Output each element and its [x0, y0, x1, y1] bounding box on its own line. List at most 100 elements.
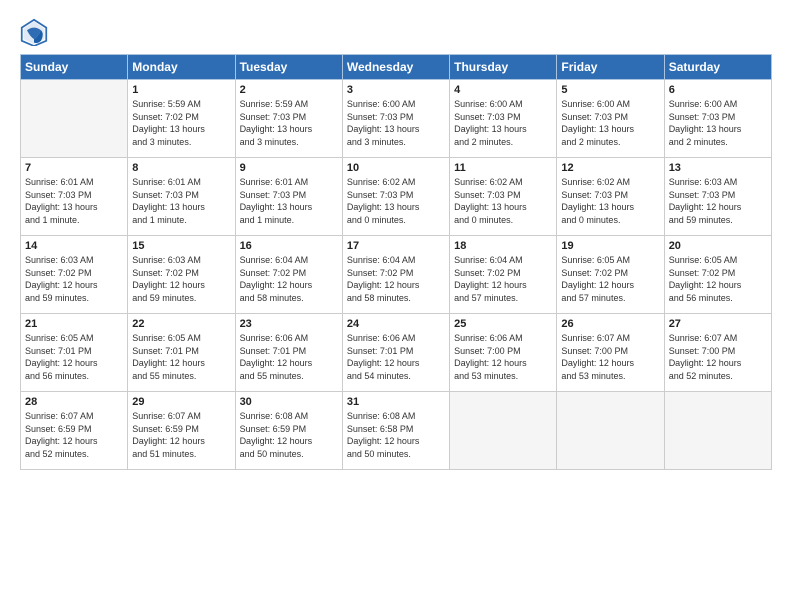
calendar-cell: 8 Sunrise: 6:01 AM Sunset: 7:03 PM Daylig…	[128, 158, 235, 236]
day-info: Sunrise: 6:01 AM Sunset: 7:03 PM Dayligh…	[240, 176, 338, 226]
day-info: Sunrise: 6:04 AM Sunset: 7:02 PM Dayligh…	[454, 254, 552, 304]
day-info: Sunrise: 6:00 AM Sunset: 7:03 PM Dayligh…	[347, 98, 445, 148]
day-number: 30	[240, 396, 338, 408]
day-info: Sunrise: 6:08 AM Sunset: 6:59 PM Dayligh…	[240, 410, 338, 460]
day-info: Sunrise: 6:02 AM Sunset: 7:03 PM Dayligh…	[454, 176, 552, 226]
day-number: 27	[669, 318, 767, 330]
day-number: 10	[347, 162, 445, 174]
day-number: 4	[454, 84, 552, 96]
day-number: 22	[132, 318, 230, 330]
calendar-cell: 14 Sunrise: 6:03 AM Sunset: 7:02 PM Dayli…	[21, 236, 128, 314]
week-row-4: 28 Sunrise: 6:07 AM Sunset: 6:59 PM Dayli…	[21, 392, 772, 470]
col-header-wednesday: Wednesday	[342, 55, 449, 80]
day-info: Sunrise: 5:59 AM Sunset: 7:03 PM Dayligh…	[240, 98, 338, 148]
day-number: 6	[669, 84, 767, 96]
header	[20, 18, 772, 46]
calendar-cell: 10Sunrise: 6:02 AM Sunset: 7:03 PM Dayli…	[342, 158, 449, 236]
day-info: Sunrise: 5:59 AM Sunset: 7:02 PM Dayligh…	[132, 98, 230, 148]
day-info: Sunrise: 6:07 AM Sunset: 7:00 PM Dayligh…	[669, 332, 767, 382]
calendar-cell: 18 Sunrise: 6:04 AM Sunset: 7:02 PM Dayli…	[450, 236, 557, 314]
day-number: 25	[454, 318, 552, 330]
day-info: Sunrise: 6:05 AM Sunset: 7:02 PM Dayligh…	[669, 254, 767, 304]
day-number: 11	[454, 162, 552, 174]
day-info: Sunrise: 6:03 AM Sunset: 7:02 PM Dayligh…	[25, 254, 123, 304]
calendar-cell: 29Sunrise: 6:07 AM Sunset: 6:59 PM Dayli…	[128, 392, 235, 470]
day-info: Sunrise: 6:03 AM Sunset: 7:03 PM Dayligh…	[669, 176, 767, 226]
day-number: 9	[240, 162, 338, 174]
day-number: 16	[240, 240, 338, 252]
day-number: 26	[561, 318, 659, 330]
day-number: 3	[347, 84, 445, 96]
calendar-cell	[21, 80, 128, 158]
day-info: Sunrise: 6:02 AM Sunset: 7:03 PM Dayligh…	[561, 176, 659, 226]
calendar-cell: 21Sunrise: 6:05 AM Sunset: 7:01 PM Dayli…	[21, 314, 128, 392]
calendar-cell: 17Sunrise: 6:04 AM Sunset: 7:02 PM Dayli…	[342, 236, 449, 314]
day-number: 8	[132, 162, 230, 174]
day-number: 1	[132, 84, 230, 96]
page-container: SundayMondayTuesdayWednesdayThursdayFrid…	[0, 0, 792, 480]
calendar-cell: 22 Sunrise: 6:05 AM Sunset: 7:01 PM Dayli…	[128, 314, 235, 392]
week-row-3: 21 Sunrise: 6:05 AM Sunset: 7:01 PM Dayli…	[21, 314, 772, 392]
day-number: 18	[454, 240, 552, 252]
day-info: Sunrise: 6:07 AM Sunset: 7:00 PM Dayligh…	[561, 332, 659, 382]
col-header-sunday: Sunday	[21, 55, 128, 80]
calendar-cell: 23 Sunrise: 6:06 AM Sunset: 7:01 PM Dayli…	[235, 314, 342, 392]
calendar-header-row: SundayMondayTuesdayWednesdayThursdayFrid…	[21, 55, 772, 80]
day-number: 21	[25, 318, 123, 330]
day-number: 13	[669, 162, 767, 174]
day-info: Sunrise: 6:05 AM Sunset: 7:02 PM Dayligh…	[561, 254, 659, 304]
calendar-cell: 31 Sunrise: 6:08 AM Sunset: 6:58 PM Dayli…	[342, 392, 449, 470]
calendar-cell: 9 Sunrise: 6:01 AM Sunset: 7:03 PM Daylig…	[235, 158, 342, 236]
calendar-cell: 13 Sunrise: 6:03 AM Sunset: 7:03 PM Dayli…	[664, 158, 771, 236]
day-number: 15	[132, 240, 230, 252]
calendar-cell	[664, 392, 771, 470]
day-number: 20	[669, 240, 767, 252]
day-number: 14	[25, 240, 123, 252]
day-number: 19	[561, 240, 659, 252]
calendar-cell: 20 Sunrise: 6:05 AM Sunset: 7:02 PM Dayli…	[664, 236, 771, 314]
day-number: 28	[25, 396, 123, 408]
day-number: 2	[240, 84, 338, 96]
col-header-saturday: Saturday	[664, 55, 771, 80]
calendar-cell: 24 Sunrise: 6:06 AM Sunset: 7:01 PM Dayli…	[342, 314, 449, 392]
day-info: Sunrise: 6:06 AM Sunset: 7:01 PM Dayligh…	[347, 332, 445, 382]
week-row-1: 7 Sunrise: 6:01 AM Sunset: 7:03 PM Daylig…	[21, 158, 772, 236]
day-number: 7	[25, 162, 123, 174]
calendar-cell: 26 Sunrise: 6:07 AM Sunset: 7:00 PM Dayli…	[557, 314, 664, 392]
calendar-cell: 5Sunrise: 6:00 AM Sunset: 7:03 PM Daylig…	[557, 80, 664, 158]
day-info: Sunrise: 6:07 AM Sunset: 6:59 PM Dayligh…	[132, 410, 230, 460]
calendar-cell: 4 Sunrise: 6:00 AM Sunset: 7:03 PM Daylig…	[450, 80, 557, 158]
day-number: 24	[347, 318, 445, 330]
day-info: Sunrise: 6:01 AM Sunset: 7:03 PM Dayligh…	[132, 176, 230, 226]
calendar-cell	[557, 392, 664, 470]
day-info: Sunrise: 6:00 AM Sunset: 7:03 PM Dayligh…	[454, 98, 552, 148]
calendar-cell: 25 Sunrise: 6:06 AM Sunset: 7:00 PM Dayli…	[450, 314, 557, 392]
calendar-cell: 16Sunrise: 6:04 AM Sunset: 7:02 PM Dayli…	[235, 236, 342, 314]
day-info: Sunrise: 6:08 AM Sunset: 6:58 PM Dayligh…	[347, 410, 445, 460]
day-info: Sunrise: 6:01 AM Sunset: 7:03 PM Dayligh…	[25, 176, 123, 226]
day-number: 17	[347, 240, 445, 252]
day-number: 5	[561, 84, 659, 96]
calendar-cell	[450, 392, 557, 470]
calendar-table: SundayMondayTuesdayWednesdayThursdayFrid…	[20, 54, 772, 470]
day-number: 31	[347, 396, 445, 408]
logo-icon	[20, 18, 48, 46]
calendar-cell: 11 Sunrise: 6:02 AM Sunset: 7:03 PM Dayli…	[450, 158, 557, 236]
calendar-cell: 3 Sunrise: 6:00 AM Sunset: 7:03 PM Daylig…	[342, 80, 449, 158]
day-info: Sunrise: 6:06 AM Sunset: 7:01 PM Dayligh…	[240, 332, 338, 382]
day-info: Sunrise: 6:05 AM Sunset: 7:01 PM Dayligh…	[132, 332, 230, 382]
calendar-cell: 19 Sunrise: 6:05 AM Sunset: 7:02 PM Dayli…	[557, 236, 664, 314]
col-header-friday: Friday	[557, 55, 664, 80]
calendar-cell: 2 Sunrise: 5:59 AM Sunset: 7:03 PM Daylig…	[235, 80, 342, 158]
col-header-tuesday: Tuesday	[235, 55, 342, 80]
col-header-monday: Monday	[128, 55, 235, 80]
calendar-cell: 7 Sunrise: 6:01 AM Sunset: 7:03 PM Daylig…	[21, 158, 128, 236]
calendar-cell: 28 Sunrise: 6:07 AM Sunset: 6:59 PM Dayli…	[21, 392, 128, 470]
day-info: Sunrise: 6:07 AM Sunset: 6:59 PM Dayligh…	[25, 410, 123, 460]
calendar-cell: 1 Sunrise: 5:59 AM Sunset: 7:02 PM Daylig…	[128, 80, 235, 158]
day-number: 23	[240, 318, 338, 330]
day-info: Sunrise: 6:06 AM Sunset: 7:00 PM Dayligh…	[454, 332, 552, 382]
calendar-cell: 6Sunrise: 6:00 AM Sunset: 7:03 PM Daylig…	[664, 80, 771, 158]
calendar-cell: 12Sunrise: 6:02 AM Sunset: 7:03 PM Dayli…	[557, 158, 664, 236]
day-info: Sunrise: 6:03 AM Sunset: 7:02 PM Dayligh…	[132, 254, 230, 304]
